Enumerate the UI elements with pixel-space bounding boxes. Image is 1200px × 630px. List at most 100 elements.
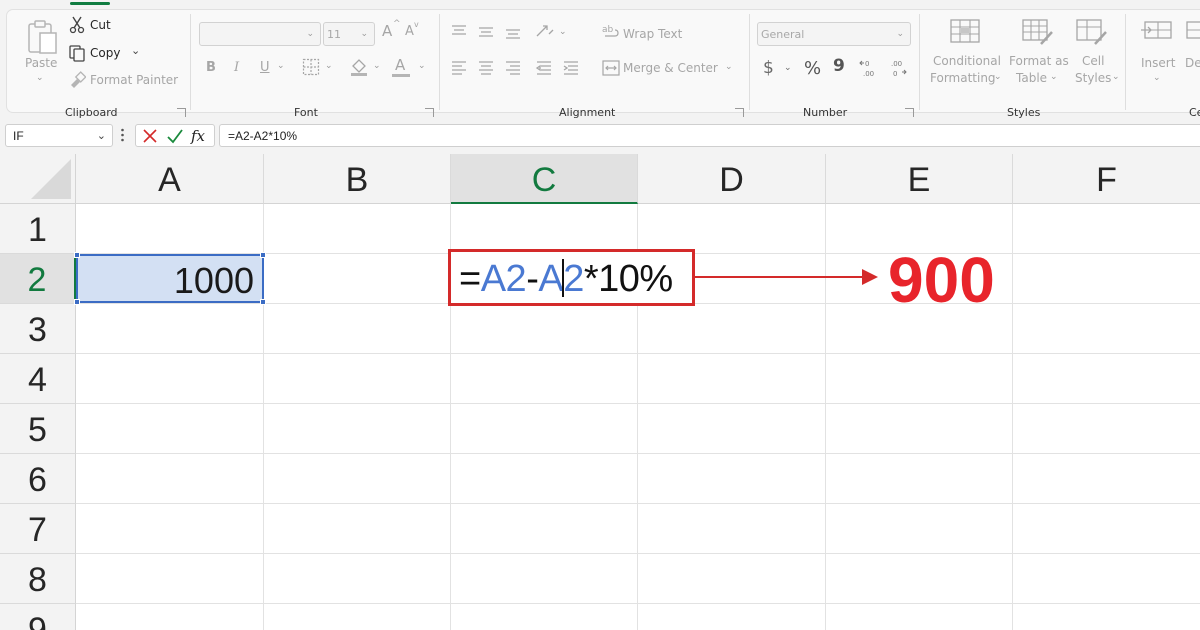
row-header-7[interactable]: 7: [0, 504, 76, 554]
currency-button[interactable]: $: [763, 58, 774, 78]
merge-center-chevron-icon[interactable]: ⌄: [725, 61, 733, 72]
decrease-decimal-icon[interactable]: .00 0: [887, 58, 909, 83]
row-header-8[interactable]: 8: [0, 554, 76, 604]
conditional-formatting-line2[interactable]: Formatting: [930, 71, 996, 85]
formula-equals: =: [459, 258, 481, 300]
wrap-text-button[interactable]: Wrap Text: [623, 27, 682, 41]
column-header-c[interactable]: C: [451, 154, 638, 204]
arrow-right-icon: [862, 269, 878, 285]
insert-button[interactable]: Insert: [1141, 56, 1175, 70]
ribbon-divider: [439, 14, 440, 110]
range-handle[interactable]: [260, 252, 266, 258]
formula-ref-a2-part2: 2: [563, 258, 584, 300]
number-format-dropdown[interactable]: General ⌄: [757, 22, 911, 46]
format-as-table-line2[interactable]: Table: [1016, 71, 1047, 85]
more-options-icon[interactable]: [121, 127, 124, 143]
borders-icon[interactable]: [302, 58, 320, 81]
fill-color-chevron-icon[interactable]: ⌄: [373, 60, 381, 71]
insert-icon: [1139, 18, 1173, 51]
column-header-a[interactable]: A: [76, 154, 264, 204]
cell-styles-icon: [1075, 18, 1109, 51]
cell-a2[interactable]: 1000: [74, 252, 266, 305]
active-tab-indicator: [70, 2, 110, 5]
font-color-button[interactable]: A: [395, 56, 405, 74]
conditional-formatting-chevron-icon[interactable]: ⌄: [994, 71, 1002, 82]
range-handle[interactable]: [260, 299, 266, 305]
copy-chevron-icon[interactable]: ⌄: [131, 44, 140, 57]
borders-chevron-icon[interactable]: ⌄: [325, 60, 333, 71]
align-top-icon[interactable]: [451, 24, 525, 45]
column-header-b[interactable]: B: [264, 154, 451, 204]
orientation-icon[interactable]: [535, 22, 555, 45]
conditional-formatting-line1[interactable]: Conditional: [933, 54, 1001, 68]
fill-color-icon[interactable]: [349, 57, 369, 82]
range-handle[interactable]: [74, 252, 80, 258]
row-header-5[interactable]: 5: [0, 404, 76, 454]
insert-chevron-icon[interactable]: ⌄: [1153, 72, 1161, 83]
scissors-icon: [69, 16, 85, 39]
bold-button[interactable]: B: [206, 60, 216, 75]
formula-input[interactable]: =A2-A2*10%: [219, 124, 1200, 147]
chevron-down-icon: ⌄: [360, 28, 368, 38]
formula-bar: IF ⌄ fx =A2-A2*10%: [0, 118, 1200, 154]
row-header-3[interactable]: 3: [0, 304, 76, 354]
cell-c2-editor[interactable]: =A2-A2*10%: [448, 249, 695, 306]
font-color-chevron-icon[interactable]: ⌄: [418, 60, 426, 71]
font-launcher-icon[interactable]: [425, 108, 434, 117]
clipboard-launcher-icon[interactable]: [177, 108, 186, 117]
svg-text:0: 0: [893, 70, 897, 78]
range-handle[interactable]: [74, 299, 80, 305]
orientation-chevron-icon[interactable]: ⌄: [559, 26, 567, 37]
percent-button[interactable]: %: [804, 58, 821, 79]
select-all-button[interactable]: [0, 154, 76, 204]
row-header-6[interactable]: 6: [0, 454, 76, 504]
shrink-font-button[interactable]: A: [405, 24, 414, 39]
row-header-4[interactable]: 4: [0, 354, 76, 404]
cell-styles-line2[interactable]: Styles: [1075, 71, 1111, 85]
align-left-icon[interactable]: [451, 60, 581, 81]
column-header-e[interactable]: E: [826, 154, 1013, 204]
svg-text:ab: ab: [602, 25, 614, 35]
underline-chevron-icon[interactable]: ⌄: [277, 60, 285, 71]
delete-button[interactable]: De: [1185, 56, 1200, 70]
italic-button[interactable]: I: [234, 60, 239, 75]
formula-rest: *10%: [583, 258, 673, 300]
enter-checkmark-icon[interactable]: [166, 128, 184, 149]
cancel-icon[interactable]: [142, 128, 158, 149]
paste-chevron-icon[interactable]: ⌄: [36, 72, 44, 83]
row-header-2[interactable]: 2: [0, 254, 76, 304]
currency-chevron-icon[interactable]: ⌄: [784, 62, 792, 73]
number-launcher-icon[interactable]: [905, 108, 914, 117]
row-header-1[interactable]: 1: [0, 204, 76, 254]
underline-button[interactable]: U: [260, 60, 270, 75]
chevron-down-icon[interactable]: ⌄: [97, 129, 106, 142]
cell-styles-line1[interactable]: Cell: [1082, 54, 1104, 68]
comma-style-button[interactable]: 9: [833, 56, 845, 76]
grid-line: [76, 553, 1200, 554]
increase-decimal-icon[interactable]: 0.00: [859, 58, 881, 83]
font-family-dropdown[interactable]: ⌄: [199, 22, 321, 46]
format-as-table-chevron-icon[interactable]: ⌄: [1050, 71, 1058, 82]
format-painter-button[interactable]: Format Painter: [90, 73, 178, 87]
grow-font-button[interactable]: A: [382, 22, 392, 40]
ribbon: Paste ⌄ Cut Copy ⌄ Format Painter Clipbo…: [0, 0, 1200, 119]
column-header-d[interactable]: D: [638, 154, 826, 204]
formula-minus: -: [526, 258, 539, 300]
merge-center-button[interactable]: Merge & Center: [623, 61, 718, 75]
annotation-arrow-line: [695, 276, 865, 278]
ribbon-panel: Paste ⌄ Cut Copy ⌄ Format Painter Clipbo…: [6, 9, 1200, 119]
annotation-result: 900: [888, 244, 995, 316]
name-box[interactable]: IF ⌄: [5, 124, 113, 147]
alignment-launcher-icon[interactable]: [735, 108, 744, 117]
insert-function-button[interactable]: fx: [191, 127, 205, 145]
cell-styles-chevron-icon[interactable]: ⌄: [1112, 71, 1120, 82]
font-size-dropdown[interactable]: 11 ⌄: [323, 22, 375, 46]
cut-button[interactable]: Cut: [90, 18, 111, 32]
column-header-f[interactable]: F: [1013, 154, 1200, 204]
chevron-down-icon: ⌄: [896, 28, 904, 38]
format-as-table-line1[interactable]: Format as: [1009, 54, 1069, 68]
copy-button[interactable]: Copy: [90, 46, 120, 60]
cell-a2-value: 1000: [173, 260, 254, 301]
font-color-bar: [392, 74, 410, 77]
row-header-9[interactable]: 9: [0, 604, 76, 630]
